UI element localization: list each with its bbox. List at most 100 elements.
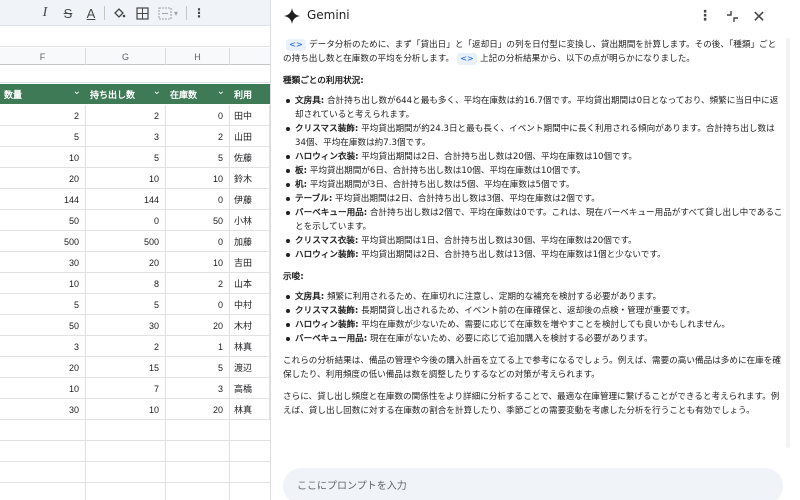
filter-dropdown-icon[interactable]: ⌄ bbox=[217, 86, 225, 97]
column-header-i[interactable] bbox=[230, 48, 270, 65]
table-row: 10 8 2 山本 bbox=[0, 273, 270, 294]
checked-out-cell[interactable]: 7 bbox=[86, 378, 166, 399]
stock-cell[interactable]: 20 bbox=[166, 399, 230, 420]
more-vert-icon[interactable]: ⋮ bbox=[695, 6, 715, 26]
checked-out-cell[interactable]: 10 bbox=[86, 399, 166, 420]
stock-cell[interactable]: 0 bbox=[166, 105, 230, 126]
borders-icon[interactable] bbox=[131, 3, 153, 23]
quantity-cell[interactable]: 5 bbox=[0, 294, 86, 315]
checked-out-cell[interactable]: 5 bbox=[86, 147, 166, 168]
stock-cell[interactable]: 3 bbox=[166, 378, 230, 399]
stock-cell[interactable]: 0 bbox=[166, 294, 230, 315]
user-cell[interactable]: 山田 bbox=[230, 126, 270, 147]
column-header-f[interactable]: F bbox=[0, 48, 86, 65]
list-item: クリスマス装飾: 平均貸出期間が約24.3日と最も長く、イベント期間中に長く利用… bbox=[283, 122, 783, 150]
merge-cells-icon[interactable]: ▾ bbox=[154, 3, 182, 23]
checked-out-cell[interactable]: 500 bbox=[86, 231, 166, 252]
quantity-cell[interactable]: 10 bbox=[0, 378, 86, 399]
checked-out-cell[interactable]: 10 bbox=[86, 168, 166, 189]
list-item-text: 平均貸出期間は2日、合計持ち出し数は13個、平均在庫数は1個と少ないです。 bbox=[358, 250, 666, 260]
stock-cell[interactable]: 50 bbox=[166, 210, 230, 231]
quantity-cell[interactable]: 50 bbox=[0, 210, 86, 231]
user-cell[interactable]: 田中 bbox=[230, 105, 270, 126]
quantity-cell[interactable]: 10 bbox=[0, 273, 86, 294]
collapse-icon[interactable] bbox=[722, 6, 742, 26]
empty-row[interactable] bbox=[0, 420, 270, 441]
stock-cell[interactable]: 5 bbox=[166, 357, 230, 378]
user-cell[interactable]: 渡辺 bbox=[230, 357, 270, 378]
italic-icon[interactable]: I bbox=[34, 3, 56, 23]
checked-out-cell[interactable]: 0 bbox=[86, 210, 166, 231]
stock-cell[interactable]: 10 bbox=[166, 168, 230, 189]
strikethrough-icon[interactable]: S bbox=[57, 3, 79, 23]
stock-cell[interactable]: 1 bbox=[166, 336, 230, 357]
user-cell[interactable]: 鈴木 bbox=[230, 168, 270, 189]
quantity-cell[interactable]: 500 bbox=[0, 231, 86, 252]
header-cell-checked-out[interactable]: 持ち出し数 ⌄ bbox=[86, 84, 166, 104]
stock-cell[interactable]: 2 bbox=[166, 126, 230, 147]
user-cell[interactable]: 林真 bbox=[230, 399, 270, 420]
quantity-cell[interactable]: 50 bbox=[0, 315, 86, 336]
stock-cell[interactable]: 0 bbox=[166, 231, 230, 252]
checked-out-cell[interactable]: 8 bbox=[86, 273, 166, 294]
stock-cell[interactable]: 5 bbox=[166, 147, 230, 168]
filter-dropdown-icon[interactable]: ⌄ bbox=[73, 86, 81, 97]
checked-out-cell[interactable]: 30 bbox=[86, 315, 166, 336]
user-cell[interactable]: 高橋 bbox=[230, 378, 270, 399]
column-header-g[interactable]: G bbox=[86, 48, 166, 65]
code-icon[interactable]: <> bbox=[457, 52, 478, 65]
header-cell-quantity[interactable]: 数量 ⌄ bbox=[0, 84, 86, 104]
text-color-icon[interactable]: A bbox=[80, 3, 102, 23]
user-cell[interactable]: 佐藤 bbox=[230, 147, 270, 168]
header-cell-stock[interactable]: 在庫数 ⌄ bbox=[166, 84, 230, 104]
list-item-text: 平均在庫数が少ないため、需要に応じて在庫数を増やすことを検討しても良いかもしれま… bbox=[358, 320, 730, 330]
user-cell[interactable]: 加藤 bbox=[230, 231, 270, 252]
grid-line bbox=[85, 420, 86, 441]
stock-cell[interactable]: 2 bbox=[166, 273, 230, 294]
user-cell[interactable]: 林真 bbox=[230, 336, 270, 357]
prompt-input[interactable] bbox=[283, 468, 783, 500]
user-cell[interactable]: 山本 bbox=[230, 273, 270, 294]
blank-row[interactable] bbox=[0, 66, 270, 83]
code-icon[interactable]: <> bbox=[286, 38, 306, 51]
stock-cell[interactable]: 0 bbox=[166, 189, 230, 210]
user-cell[interactable]: 伊藤 bbox=[230, 189, 270, 210]
quantity-cell[interactable]: 5 bbox=[0, 126, 86, 147]
empty-row[interactable] bbox=[0, 441, 270, 462]
quantity-cell[interactable]: 144 bbox=[0, 189, 86, 210]
list-item-text: 現在在庫がないため、必要に応じて追加購入を検討する必要があります。 bbox=[367, 334, 653, 344]
user-cell[interactable]: 小林 bbox=[230, 210, 270, 231]
checked-out-cell[interactable]: 15 bbox=[86, 357, 166, 378]
formula-bar[interactable] bbox=[0, 27, 270, 47]
quantity-cell[interactable]: 3 bbox=[0, 336, 86, 357]
checked-out-cell[interactable]: 5 bbox=[86, 294, 166, 315]
checked-out-cell[interactable]: 2 bbox=[86, 105, 166, 126]
empty-row[interactable] bbox=[0, 483, 270, 500]
quantity-cell[interactable]: 20 bbox=[0, 168, 86, 189]
user-cell[interactable]: 中村 bbox=[230, 294, 270, 315]
quantity-cell[interactable]: 30 bbox=[0, 252, 86, 273]
checked-out-cell[interactable]: 20 bbox=[86, 252, 166, 273]
fill-color-icon[interactable] bbox=[108, 3, 130, 23]
checked-out-cell[interactable]: 2 bbox=[86, 336, 166, 357]
stock-cell[interactable]: 20 bbox=[166, 315, 230, 336]
stock-cell[interactable]: 10 bbox=[166, 252, 230, 273]
quantity-cell[interactable]: 10 bbox=[0, 147, 86, 168]
more-vert-icon[interactable]: ⋮ bbox=[188, 3, 210, 23]
checked-out-cell[interactable]: 3 bbox=[86, 126, 166, 147]
quantity-cell[interactable]: 2 bbox=[0, 105, 86, 126]
quantity-cell[interactable]: 30 bbox=[0, 399, 86, 420]
filter-dropdown-icon[interactable]: ⌄ bbox=[153, 86, 161, 97]
checked-out-cell[interactable]: 144 bbox=[86, 189, 166, 210]
user-cell[interactable]: 吉田 bbox=[230, 252, 270, 273]
close-icon[interactable]: ✕ bbox=[749, 6, 769, 26]
list-item-text: 平均貸出期間が3日、合計持ち出し数は5個、平均在庫数は5個です。 bbox=[307, 180, 575, 190]
user-cell[interactable]: 木村 bbox=[230, 315, 270, 336]
header-cell-user[interactable]: 利用 bbox=[230, 84, 270, 104]
panel-scrollbar[interactable] bbox=[786, 38, 790, 448]
table-header-row: 数量 ⌄ 持ち出し数 ⌄ 在庫数 ⌄ 利用 bbox=[0, 84, 270, 104]
empty-row[interactable] bbox=[0, 462, 270, 483]
column-header-h[interactable]: H bbox=[166, 48, 230, 65]
list-item: 板: 平均貸出期間が6日、合計持ち出し数は10個、平均在庫数は10個です。 bbox=[283, 164, 783, 178]
quantity-cell[interactable]: 20 bbox=[0, 357, 86, 378]
